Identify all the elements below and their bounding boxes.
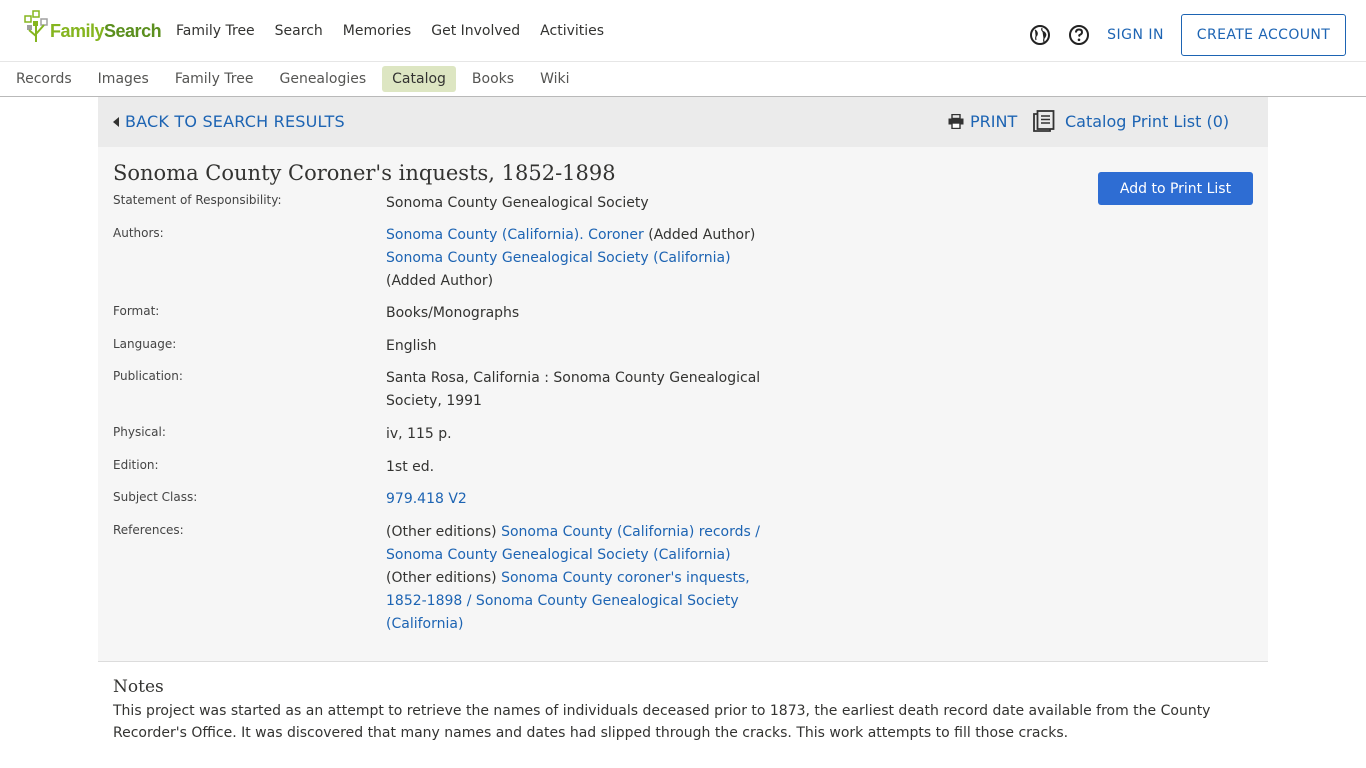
nav-get-involved[interactable]: Get Involved [431, 23, 520, 39]
help-icon[interactable] [1068, 24, 1090, 46]
tab-catalog[interactable]: Catalog [382, 66, 456, 92]
reference-prefix: (Other editions) [386, 570, 502, 586]
header-actions: SIGN IN CREATE ACCOUNT [1029, 14, 1346, 56]
format-label: Format: [113, 304, 160, 318]
edition-label: Edition: [113, 458, 159, 472]
author-link[interactable]: Sonoma County Genealogical Society (Cali… [386, 250, 731, 266]
tab-wiki[interactable]: Wiki [530, 66, 579, 92]
print-list-icon [1033, 110, 1055, 132]
nav-search[interactable]: Search [275, 23, 323, 39]
nav-memories[interactable]: Memories [343, 23, 411, 39]
references-label: References: [113, 523, 184, 537]
printer-icon [948, 114, 964, 129]
results-toolbar: BACK TO SEARCH RESULTS PRINT Catalog Pri… [98, 97, 1268, 147]
reference-prefix: (Other editions) [386, 524, 502, 540]
tab-books[interactable]: Books [462, 66, 524, 92]
back-to-results-link[interactable]: BACK TO SEARCH RESULTS [113, 112, 345, 131]
print-label: PRINT [970, 112, 1018, 131]
subject-class-link[interactable]: 979.418 V2 [386, 491, 467, 507]
notes-text: This project was started as an attempt t… [113, 703, 1211, 741]
main-nav: Family Tree Search Memories Get Involved… [176, 0, 624, 62]
tab-family-tree[interactable]: Family Tree [165, 66, 264, 92]
print-list-label: Catalog Print List (0) [1065, 111, 1230, 131]
subject-class-label: Subject Class: [113, 490, 198, 504]
print-link[interactable]: PRINT [948, 112, 1017, 131]
language-value: English [386, 338, 437, 354]
sub-nav: Records Images Family Tree Genealogies C… [0, 62, 1366, 97]
record-title: Sonoma County Coroner's inquests, 1852-1… [113, 161, 616, 185]
author-role: (Added Author) [386, 273, 494, 289]
statement-label: Statement of Responsibility: [113, 193, 282, 207]
edition-value: 1st ed. [386, 459, 435, 475]
format-value: Books/Monographs [386, 305, 520, 321]
create-account-button[interactable]: CREATE ACCOUNT [1181, 14, 1346, 56]
catalog-record-panel: BACK TO SEARCH RESULTS PRINT Catalog Pri… [98, 97, 1268, 662]
subject-class-value: 979.418 V2 [386, 488, 786, 511]
tab-images[interactable]: Images [88, 66, 159, 92]
statement-value: Sonoma County Genealogical Society [386, 195, 649, 211]
tab-records[interactable]: Records [6, 66, 82, 92]
author-link[interactable]: Sonoma County (California). Coroner [386, 227, 644, 243]
language-label: Language: [113, 337, 177, 351]
author-role: (Added Author) [643, 227, 756, 243]
publication-label: Publication: [113, 369, 183, 383]
globe-icon[interactable] [1029, 24, 1051, 46]
sign-in-link[interactable]: SIGN IN [1107, 27, 1164, 43]
familysearch-logo[interactable]: FamilySearch [24, 9, 162, 45]
back-label: BACK TO SEARCH RESULTS [125, 112, 345, 131]
caret-left-icon [113, 116, 119, 127]
tree-logo-icon [24, 10, 48, 42]
catalog-print-list-link[interactable]: Catalog Print List (0) [1033, 110, 1229, 132]
physical-label: Physical: [113, 425, 166, 439]
nav-family-tree[interactable]: Family Tree [176, 23, 255, 39]
notes-heading: Notes [113, 677, 164, 697]
top-header: FamilySearch Family Tree Search Memories… [0, 0, 1366, 62]
references-value: (Other editions) Sonoma County (Californ… [386, 521, 781, 636]
add-to-print-list-button[interactable]: Add to Print List [1098, 172, 1253, 205]
physical-value: iv, 115 p. [386, 426, 452, 442]
authors-value: Sonoma County (California). Coroner (Add… [386, 224, 786, 293]
logo-text: FamilySearch [50, 20, 162, 41]
nav-activities[interactable]: Activities [540, 23, 604, 39]
authors-label: Authors: [113, 226, 164, 240]
tab-genealogies[interactable]: Genealogies [269, 66, 376, 92]
publication-value: Santa Rosa, California : Sonoma County G… [386, 370, 761, 409]
